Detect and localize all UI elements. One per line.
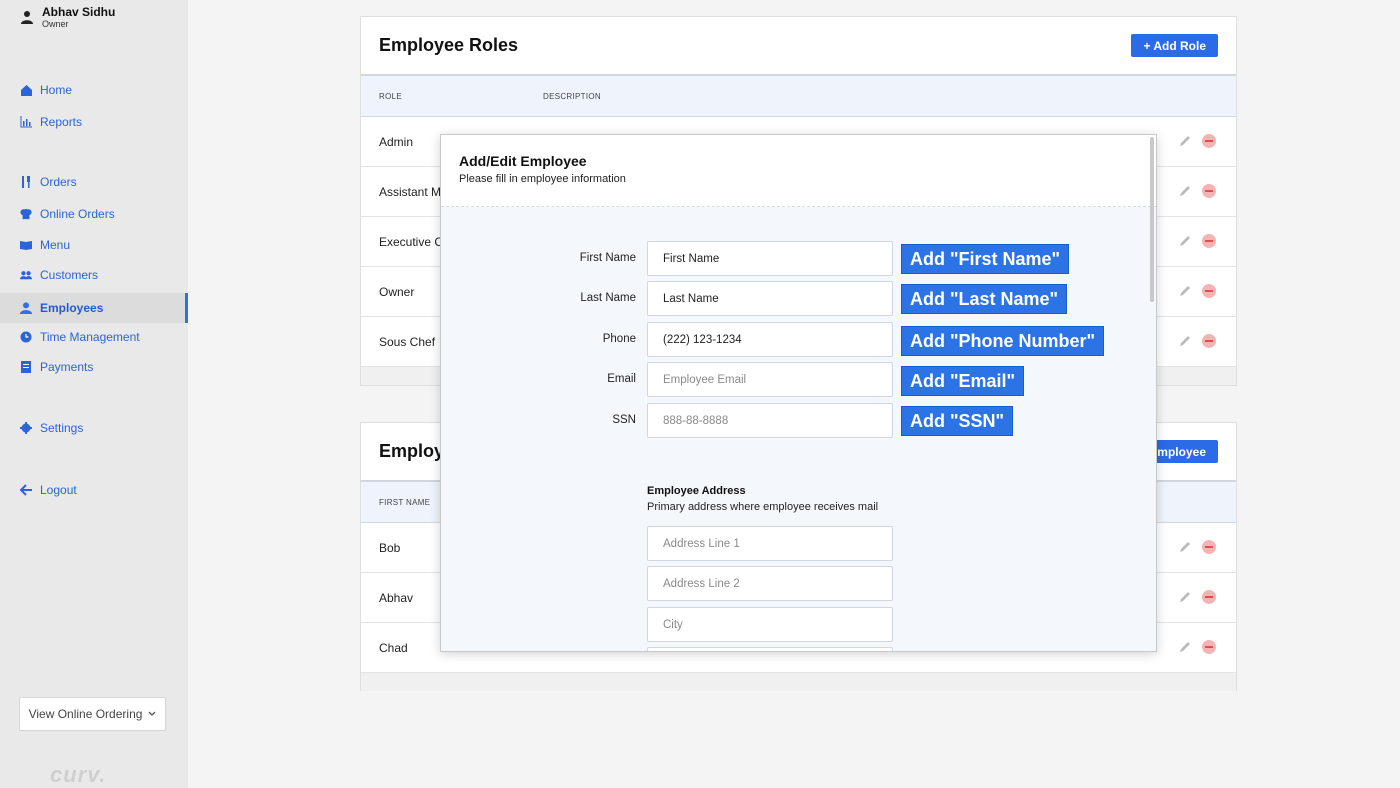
- email-input[interactable]: Employee Email: [647, 362, 893, 397]
- receipt-icon: [20, 361, 32, 373]
- edit-icon[interactable]: [1178, 540, 1192, 554]
- role-name: Assistant M: [379, 184, 442, 199]
- scrollbar[interactable]: [1150, 137, 1154, 302]
- sidebar: Abhav Sidhu Owner Home Reports Orders On…: [0, 0, 188, 788]
- delete-icon[interactable]: [1202, 540, 1216, 554]
- delete-icon[interactable]: [1202, 640, 1216, 654]
- edit-icon[interactable]: [1178, 134, 1192, 148]
- last-name-callout: Add "Last Name": [901, 284, 1068, 314]
- ssn-label: SSN: [612, 414, 636, 426]
- delete-icon[interactable]: [1202, 184, 1216, 198]
- gear-icon: [20, 422, 32, 434]
- users-icon: [20, 269, 32, 281]
- sidebar-item-online-orders[interactable]: Online Orders: [20, 204, 115, 224]
- role-name: Owner: [379, 284, 415, 299]
- add-role-button[interactable]: + Add Role: [1131, 34, 1218, 57]
- employee-address-title: Employee Address: [647, 485, 746, 497]
- employee-first-name: Chad: [379, 640, 408, 655]
- book-icon: [20, 239, 32, 251]
- table-footer: [361, 673, 1236, 691]
- sidebar-item-label: Payments: [40, 360, 94, 374]
- city-input[interactable]: City: [647, 607, 893, 642]
- edit-icon[interactable]: [1178, 234, 1192, 248]
- user-icon: [20, 302, 32, 314]
- email-label: Email: [607, 373, 636, 385]
- clock-icon: [20, 331, 32, 343]
- column-header-description: DESCRIPTION: [543, 91, 601, 101]
- sidebar-item-label: Menu: [40, 238, 71, 252]
- chevron-down-icon: [148, 711, 156, 716]
- arrow-left-icon: [20, 484, 32, 496]
- sidebar-item-reports[interactable]: Reports: [20, 112, 82, 132]
- ssn-callout: Add "SSN": [901, 406, 1014, 436]
- sidebar-item-menu[interactable]: Menu: [20, 235, 70, 255]
- sidebar-item-customers[interactable]: Customers: [20, 265, 98, 285]
- view-online-ordering-button[interactable]: View Online Ordering: [19, 697, 166, 731]
- sidebar-item-logout[interactable]: Logout: [20, 480, 77, 500]
- table-header: ROLE DESCRIPTION: [361, 75, 1236, 117]
- first-name-callout: Add "First Name": [901, 244, 1070, 274]
- edit-icon[interactable]: [1178, 284, 1192, 298]
- address-line-2-input[interactable]: Address Line 2: [647, 566, 893, 601]
- delete-icon[interactable]: [1202, 334, 1216, 348]
- sidebar-item-orders[interactable]: Orders: [20, 172, 77, 192]
- sidebar-item-label: Employees: [40, 301, 104, 315]
- last-name-label: Last Name: [580, 292, 636, 304]
- first-name-label: First Name: [579, 252, 636, 264]
- phone-input[interactable]: (222) 123-1234: [647, 322, 893, 357]
- column-header-role: ROLE: [379, 91, 402, 101]
- edit-icon[interactable]: [1178, 640, 1192, 654]
- user-role: Owner: [42, 19, 69, 29]
- last-name-input[interactable]: Last Name: [647, 281, 893, 316]
- view-online-ordering-label: View Online Ordering: [28, 707, 143, 721]
- sidebar-item-label: Home: [40, 83, 73, 97]
- sidebar-item-label: Reports: [40, 115, 83, 129]
- phone-callout: Add "Phone Number": [901, 326, 1105, 356]
- sidebar-item-label: Orders: [40, 175, 77, 189]
- sidebar-item-time-management[interactable]: Time Management: [20, 327, 140, 347]
- first-name-input[interactable]: First Name: [647, 241, 893, 276]
- modal-subtitle: Please fill in employee information: [459, 173, 626, 185]
- role-name: Executive C: [379, 234, 444, 249]
- curv-logo: curv.: [50, 762, 107, 787]
- next-address-input[interactable]: [647, 647, 893, 651]
- chef-hat-icon: [20, 208, 32, 220]
- sidebar-item-label: Customers: [40, 268, 99, 282]
- delete-icon[interactable]: [1202, 234, 1216, 248]
- ssn-input[interactable]: 888-88-8888: [647, 403, 893, 438]
- edit-icon[interactable]: [1178, 184, 1192, 198]
- employee-roles-title: Employee Roles: [379, 35, 519, 55]
- employee-first-name: Abhav: [379, 590, 414, 605]
- column-header-first-name: FIRST NAME: [379, 497, 431, 507]
- modal-header: Add/Edit Employee Please fill in employe…: [441, 135, 1156, 207]
- user-icon: [21, 11, 33, 24]
- sidebar-item-home[interactable]: Home: [20, 80, 72, 100]
- address-line-1-input[interactable]: Address Line 1: [647, 526, 893, 561]
- phone-label: Phone: [602, 333, 636, 345]
- employee-first-name: Bob: [379, 540, 401, 555]
- sidebar-item-label: Online Orders: [40, 207, 115, 221]
- utensils-icon: [20, 176, 32, 188]
- employee-address-subtitle: Primary address where employee receives …: [647, 501, 879, 513]
- sidebar-item-settings[interactable]: Settings: [20, 418, 83, 438]
- sidebar-item-label: Logout: [40, 483, 77, 497]
- sidebar-item-label: Settings: [40, 421, 84, 435]
- delete-icon[interactable]: [1202, 590, 1216, 604]
- sidebar-item-payments[interactable]: Payments: [20, 357, 93, 377]
- email-callout: Add "Email": [901, 366, 1025, 396]
- delete-icon[interactable]: [1202, 284, 1216, 298]
- edit-icon[interactable]: [1178, 334, 1192, 348]
- delete-icon[interactable]: [1202, 134, 1216, 148]
- user-profile[interactable]: Abhav Sidhu Owner: [20, 6, 115, 30]
- home-icon: [20, 84, 32, 96]
- role-name: Sous Chef: [379, 334, 436, 349]
- add-edit-employee-modal: Add/Edit Employee Please fill in employe…: [440, 134, 1157, 652]
- edit-icon[interactable]: [1178, 590, 1192, 604]
- sidebar-item-employees[interactable]: Employees: [0, 293, 188, 323]
- chart-icon: [20, 116, 32, 128]
- user-name: Abhav Sidhu: [42, 5, 116, 19]
- modal-title: Add/Edit Employee: [459, 153, 587, 169]
- sidebar-item-label: Time Management: [40, 330, 140, 344]
- role-name: Admin: [379, 134, 414, 149]
